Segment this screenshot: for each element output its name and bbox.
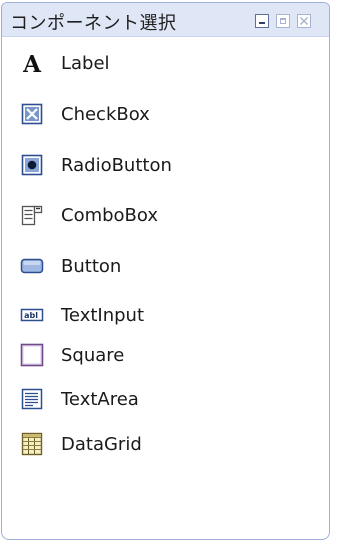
square-icon: [20, 343, 44, 367]
maximize-button[interactable]: [276, 14, 290, 28]
datagrid-icon: [20, 432, 44, 456]
close-icon: [300, 17, 308, 25]
label-icon: A: [20, 51, 44, 75]
component-item-radiobutton[interactable]: RadioButton: [20, 147, 172, 183]
svg-text:abl: abl: [24, 311, 38, 320]
button-icon: [20, 254, 44, 278]
component-label: ComboBox: [61, 204, 159, 226]
component-palette-window: コンポーネント選択 A Label CheckBox RadioButton C…: [1, 2, 330, 540]
checkbox-icon: [20, 102, 44, 126]
component-label: TextArea: [61, 388, 139, 410]
radiobutton-icon: [20, 153, 44, 177]
component-label: Square: [61, 344, 125, 366]
window-title: コンポーネント選択: [10, 13, 177, 34]
component-label: Button: [61, 255, 122, 277]
component-item-label[interactable]: A Label: [20, 45, 110, 81]
component-label: TextInput: [61, 304, 145, 326]
textarea-icon: [20, 387, 44, 411]
component-item-button[interactable]: Button: [20, 248, 121, 284]
component-label: Label: [61, 52, 110, 74]
textinput-icon: abl: [20, 303, 44, 327]
component-item-combobox[interactable]: ComboBox: [20, 197, 158, 233]
minimize-button[interactable]: [255, 14, 269, 28]
combobox-icon: [20, 203, 44, 227]
component-item-textinput[interactable]: abl TextInput: [20, 297, 144, 333]
component-label: CheckBox: [61, 103, 150, 125]
component-item-datagrid[interactable]: DataGrid: [20, 426, 142, 462]
component-item-textarea[interactable]: TextArea: [20, 381, 139, 417]
component-label: RadioButton: [61, 154, 172, 176]
component-item-square[interactable]: Square: [20, 337, 124, 373]
component-label: DataGrid: [61, 433, 142, 455]
component-item-checkbox[interactable]: CheckBox: [20, 96, 150, 132]
svg-text:A: A: [22, 51, 42, 75]
close-button[interactable]: [297, 14, 311, 28]
title-bar[interactable]: コンポーネント選択: [2, 3, 329, 37]
